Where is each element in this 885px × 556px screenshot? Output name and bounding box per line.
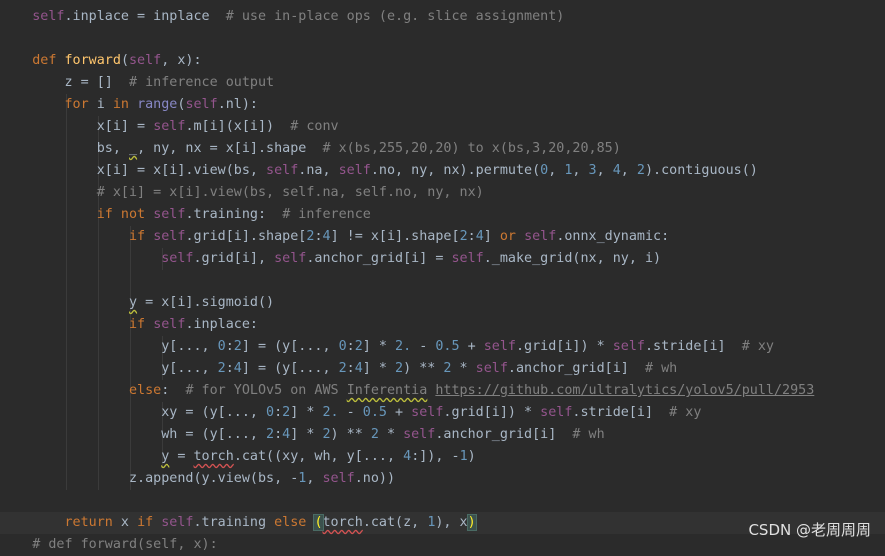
- code-line-21[interactable]: y = torch.cat((xy, wh, y[..., 4:]), -1): [0, 446, 885, 468]
- code-line-1[interactable]: self.inplace = inplace # use in-place op…: [0, 6, 885, 28]
- github-link[interactable]: https://github.com/ultralytics/yolov5/pu…: [435, 383, 814, 398]
- code-text-8: x[i] = x[i].view(bs, self.na, self.no, n…: [0, 163, 758, 178]
- code-text-11: if self.grid[i].shape[2:4] != x[i].shape…: [129, 229, 670, 244]
- code-text-5: for i in range(self.nl):: [64, 97, 259, 112]
- code-line-5[interactable]: for i in range(self.nl):: [0, 94, 885, 116]
- code-editor[interactable]: self.inplace = inplace # use in-place op…: [0, 0, 885, 552]
- code-text-18: else: # for YOLOv5 on AWS Inferentia htt…: [129, 383, 815, 398]
- code-text-14: y = x[i].sigmoid(): [129, 295, 275, 310]
- code-line-22[interactable]: z.append(y.view(bs, -1, self.no)): [0, 468, 885, 490]
- code-line-9[interactable]: # x[i] = x[i].view(bs, self.na, self.no,…: [0, 182, 885, 204]
- code-text-20: wh = (y[..., 2:4] * 2) ** 2 * self.ancho…: [0, 427, 605, 442]
- code-line-18[interactable]: else: # for YOLOv5 on AWS Inferentia htt…: [0, 380, 885, 402]
- code-line-12[interactable]: self.grid[i], self.anchor_grid[i] = self…: [0, 248, 885, 270]
- code-text-9: # x[i] = x[i].view(bs, self.na, self.no,…: [96, 185, 484, 200]
- code-text-25: # def forward(self, x):: [32, 537, 218, 552]
- code-line-17[interactable]: y[..., 2:4] = (y[..., 2:4] * 2) ** 2 * s…: [0, 358, 885, 380]
- code-text-3: def forward(self, x):: [32, 53, 202, 68]
- code-text-24: return x if self.training else (torch.ca…: [64, 514, 477, 531]
- code-text-7: bs, _, ny, nx = x[i].shape # x(bs,255,20…: [0, 141, 621, 156]
- code-text-17: y[..., 2:4] = (y[..., 2:4] * 2) ** 2 * s…: [0, 361, 678, 376]
- code-text-19: xy = (y[..., 0:2] * 2. - 0.5 + self.grid…: [0, 405, 702, 420]
- code-text-4: z = [] # inference output: [0, 75, 275, 90]
- code-text-10: if not self.training: # inference: [96, 207, 371, 222]
- code-line-6[interactable]: x[i] = self.m[i](x[i]) # conv: [0, 116, 885, 138]
- code-line-4[interactable]: z = [] # inference output: [0, 72, 885, 94]
- code-line-8[interactable]: x[i] = x[i].view(bs, self.na, self.no, n…: [0, 160, 885, 182]
- code-line-14[interactable]: y = x[i].sigmoid(): [0, 292, 885, 314]
- code-text-21: y = torch.cat((xy, wh, y[..., 4:]), -1): [161, 449, 476, 464]
- code-text-22: z.append(y.view(bs, -1, self.no)): [0, 471, 396, 486]
- code-line-7[interactable]: bs, _, ny, nx = x[i].shape # x(bs,255,20…: [0, 138, 885, 160]
- code-text-12: self.grid[i], self.anchor_grid[i] = self…: [161, 251, 662, 266]
- code-line-11[interactable]: if self.grid[i].shape[2:4] != x[i].shape…: [0, 226, 885, 248]
- code-text-6: x[i] = self.m[i](x[i]) # conv: [0, 119, 339, 134]
- code-text-15: if self.inplace:: [129, 317, 258, 332]
- code-line-19[interactable]: xy = (y[..., 0:2] * 2. - 0.5 + self.grid…: [0, 402, 885, 424]
- watermark: CSDN @老周周周: [748, 521, 871, 539]
- code-text-16: y[..., 0:2] = (y[..., 0:2] * 2. - 0.5 + …: [0, 339, 774, 354]
- code-text-1: self.inplace = inplace # use in-place op…: [32, 9, 565, 24]
- code-line-16[interactable]: y[..., 0:2] = (y[..., 0:2] * 2. - 0.5 + …: [0, 336, 885, 358]
- code-line-10[interactable]: if not self.training: # inference: [0, 204, 885, 226]
- code-line-3[interactable]: def forward(self, x):: [0, 50, 885, 72]
- code-line-20[interactable]: wh = (y[..., 2:4] * 2) ** 2 * self.ancho…: [0, 424, 885, 446]
- code-line-15[interactable]: if self.inplace:: [0, 314, 885, 336]
